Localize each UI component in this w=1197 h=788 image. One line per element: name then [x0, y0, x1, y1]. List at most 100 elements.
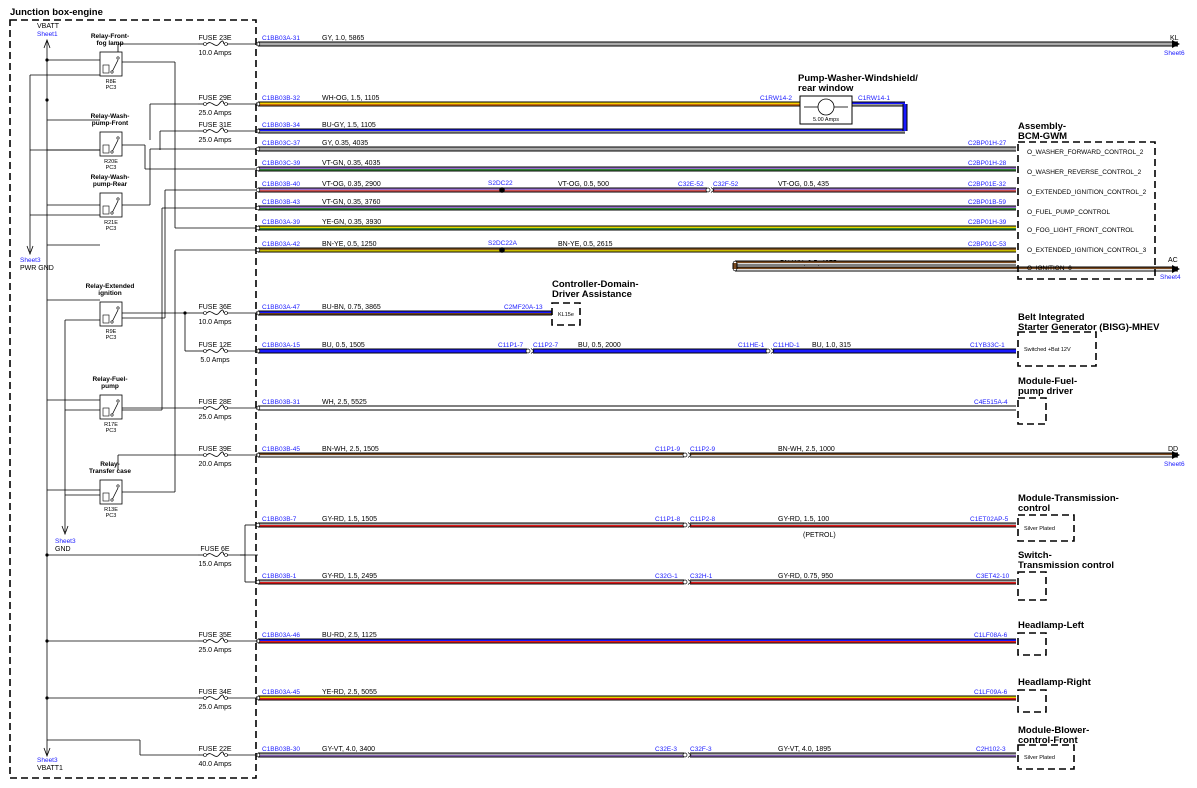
- wire-to-connector: C2BP01H-39: [968, 219, 1007, 226]
- fuse-f23e: FUSE 23E 10.0 Amps: [198, 35, 258, 57]
- inline-before-spec: VT-OG, 0.5, 500: [558, 181, 609, 188]
- offsheet-ref: Sheet6: [1164, 461, 1185, 468]
- bcm-pin: O_WASHER_FORWARD_CONTROL_2: [1027, 149, 1144, 156]
- module-label-2: Driver Assistance: [552, 289, 632, 300]
- wire-to-connector: C2BP01B-59: [968, 199, 1006, 206]
- pump-right-pin: C1RW14-1: [858, 95, 890, 102]
- wire-17: GY-VT, 4.0, 3400 C1BB03B-30 C2H102-3: [255, 746, 1016, 758]
- relay-wash-rear: Relay-Wash-pump-RearR21EPC3: [91, 174, 130, 232]
- wire-3: GY, 0.35, 4035 C1BB03C-37 C2BP01H-27: [255, 140, 1016, 152]
- inline-left-connector: C11P1-7: [498, 342, 524, 349]
- relay-label-2: ignition: [98, 290, 121, 297]
- relay-code-2: PC3: [106, 165, 117, 171]
- pump-rating: 5.00 Amps: [813, 117, 839, 123]
- wire-from-connector: C1BB03A-47: [262, 304, 300, 311]
- fuse-rating: 25.0 Amps: [198, 137, 232, 144]
- wire-spec: BN-YE, 0.5, 1250: [322, 241, 377, 248]
- fuse-name: FUSE 28E: [198, 399, 231, 406]
- junction-dot: [45, 553, 49, 557]
- wire-5: VT-OG, 0.35, 2900 C1BB03B-40 C2BP01E-32: [255, 181, 1016, 193]
- module-pin: KL15e: [558, 312, 574, 318]
- relay-label-1: Relay-Wash-: [91, 113, 130, 120]
- wire-6: VT-GN, 0.35, 3760 C1BB03B-43 C2BP01B-59: [255, 199, 1016, 211]
- wire-spec: BU-BN, 0.75, 3865: [322, 304, 381, 311]
- inline-left-connector: C11P1-9: [655, 446, 681, 453]
- fuse-rating: 10.0 Amps: [198, 50, 232, 57]
- wire-0: GY, 1.0, 5865 C1BB03A-31 KL Sheet6: [255, 35, 1185, 57]
- bcm-pin: O_EXTENDED_IGNITION_CONTROL_3: [1027, 247, 1147, 254]
- inline-left-connector: C32E-3: [655, 746, 677, 753]
- module-das: Controller-Domain-Driver AssistanceKL15e: [551, 279, 639, 326]
- fuse-f36e: FUSE 36E 10.0 Amps: [198, 304, 258, 326]
- wire-from-connector: C1BB03B-31: [262, 399, 300, 406]
- fuse-f12e: FUSE 12E 5.0 Amps: [198, 342, 258, 364]
- fuse-terminal: [203, 42, 207, 46]
- inline-after-spec: GY-RD, 1.5, 100: [778, 516, 829, 523]
- module-pin: Silver Plated: [1024, 755, 1055, 761]
- wire-spec: VT-OG, 0.35, 2900: [322, 181, 381, 188]
- fuse-name: FUSE 31E: [198, 122, 231, 129]
- wire-10: BU, 0.5, 1505 C1BB03A-15 C1YB33C-1: [255, 342, 1016, 354]
- wire-from-connector: C1BB03B-1: [262, 573, 297, 580]
- fuse-name: FUSE 23E: [198, 35, 231, 42]
- fuse-rating: 25.0 Amps: [198, 110, 232, 117]
- wire-spec: GY-RD, 1.5, 2495: [322, 573, 377, 580]
- relay-contact: [116, 136, 120, 140]
- module-outline: [1017, 571, 1047, 601]
- wire-spec: BU, 0.5, 1505: [322, 342, 365, 349]
- module-label-1: Headlamp-Left: [1018, 620, 1085, 631]
- ac-arrow-sheet: Sheet4: [1160, 274, 1181, 281]
- fuse-terminal: [203, 453, 207, 457]
- wiring-diagram: Junction box-engine GY, 1.0, 5865 C1BB03A…: [9, 7, 1185, 779]
- sheet-ref-vbatt-top-line2: Sheet1: [37, 31, 58, 38]
- relay-contact: [116, 56, 120, 60]
- wire-segment-2: [732, 260, 1016, 266]
- relay-contact: [110, 320, 114, 324]
- module-label-2: control: [1018, 503, 1050, 514]
- module-outline: [1017, 397, 1047, 425]
- wire-spec: WH-OG, 1.5, 1105: [322, 95, 380, 102]
- bcm-pin: O_EXTENDED_IGNITION_CONTROL_2: [1027, 189, 1147, 196]
- wire-spec: YE-RD, 2.5, 5055: [322, 689, 377, 696]
- wire-terminal: [255, 146, 261, 152]
- relay-contact: [110, 413, 114, 417]
- relay-code-2: PC3: [106, 335, 117, 341]
- wire-from-connector: C1BB03B-45: [262, 446, 300, 453]
- wire-spec: VT-GN, 0.35, 3760: [322, 199, 380, 206]
- wire-from-connector: C1BB03B-32: [262, 95, 300, 102]
- relay-ext-ign: Relay-ExtendedignitionR9EPC3: [86, 283, 135, 341]
- diagram-title: Junction box-engine: [10, 7, 103, 18]
- splice-name: S2DC22: [488, 180, 513, 187]
- inline-left-connector: C11HE-1: [738, 342, 765, 349]
- splice-name: S2DC22A: [488, 240, 518, 247]
- fuse-rating: 5.0 Amps: [200, 357, 230, 364]
- wire-to-connector: KL: [1170, 35, 1179, 42]
- wire-to-connector: C2BP01C-53: [968, 241, 1007, 248]
- wire-to-connector: C2BP01E-32: [968, 181, 1006, 188]
- relay-contact: [116, 484, 120, 488]
- wire-from-connector: C1BB03A-45: [262, 689, 300, 696]
- relay-label-1: Relay-Extended: [86, 283, 135, 290]
- module-label-1: Headlamp-Right: [1018, 677, 1092, 688]
- wire-from-connector: C1BB03B-34: [262, 122, 300, 129]
- wire-16: YE-RD, 2.5, 5055 C1BB03A-45 C1LF09A-6: [255, 689, 1016, 701]
- relay-label-1: Relay-Wash-: [91, 174, 130, 181]
- wire-terminal: [255, 247, 261, 253]
- relay-code-2: PC3: [106, 85, 117, 91]
- pump-label-2: rear window: [798, 83, 854, 94]
- fuse-rating: 25.0 Amps: [198, 704, 232, 711]
- relay-label-2: pump-Front: [92, 120, 129, 127]
- relay-label-2: fog lamp: [96, 40, 123, 47]
- wire-spec: WH, 2.5, 5525: [322, 399, 367, 406]
- wire-spec: BU-GY, 1.5, 1105: [322, 122, 376, 129]
- fuse-name: FUSE 6E: [200, 546, 230, 553]
- inline-left-connector: C11P1-8: [655, 516, 681, 523]
- offsheet-arrow-icon: [1172, 265, 1180, 273]
- wire-spec: GY, 0.35, 4035: [322, 140, 368, 147]
- fuse-terminal: [203, 406, 207, 410]
- relay-contact: [110, 70, 114, 74]
- fuse-rating: 25.0 Amps: [198, 647, 232, 654]
- wire-15: BU-RD, 2.5, 1125 C1BB03A-46 C1LF08A-6: [255, 632, 1016, 644]
- module-label-2: control-Front: [1018, 735, 1078, 746]
- fuse-rating: 40.0 Amps: [198, 761, 232, 768]
